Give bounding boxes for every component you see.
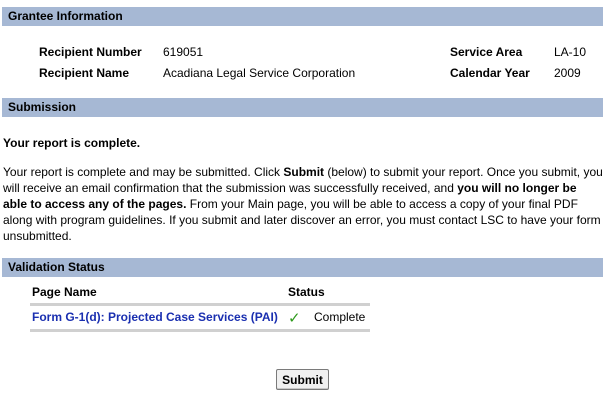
recipient-name-value: Acadiana Legal Service Corporation xyxy=(163,66,356,80)
form-page-link[interactable]: Form G-1(d): Projected Case Services (PA… xyxy=(32,310,278,324)
status-value: Complete xyxy=(314,310,366,324)
recipient-number-label: Recipient Number xyxy=(39,45,142,59)
validation-table: Page Name Status Form G-1(d): Projected … xyxy=(30,284,370,332)
recipient-name-label: Recipient Name xyxy=(39,66,130,80)
submit-button[interactable]: Submit xyxy=(276,369,329,390)
submission-header: Submission xyxy=(2,98,603,117)
calendar-year-value: 2009 xyxy=(554,66,581,80)
recipient-number-value: 619051 xyxy=(163,45,204,59)
instructions-text-1: Your report is complete and may be submi… xyxy=(3,165,284,179)
status-column-header: Status xyxy=(288,285,325,299)
submission-instructions: Your report is complete and may be submi… xyxy=(3,164,603,244)
validation-table-header: Page Name Status xyxy=(30,284,370,306)
calendar-year-label: Calendar Year xyxy=(450,66,530,80)
table-row: Form G-1(d): Projected Case Services (PA… xyxy=(30,306,370,332)
checkmark-icon: ✓ xyxy=(288,310,301,327)
instructions-submit-word: Submit xyxy=(283,165,325,179)
grantee-information-header: Grantee Information xyxy=(2,7,603,26)
service-area-label: Service Area xyxy=(450,45,523,59)
report-complete-heading: Your report is complete. xyxy=(3,136,141,150)
page-name-column-header: Page Name xyxy=(32,285,97,299)
service-area-value: LA-10 xyxy=(554,45,587,59)
validation-status-header: Validation Status xyxy=(2,258,603,277)
